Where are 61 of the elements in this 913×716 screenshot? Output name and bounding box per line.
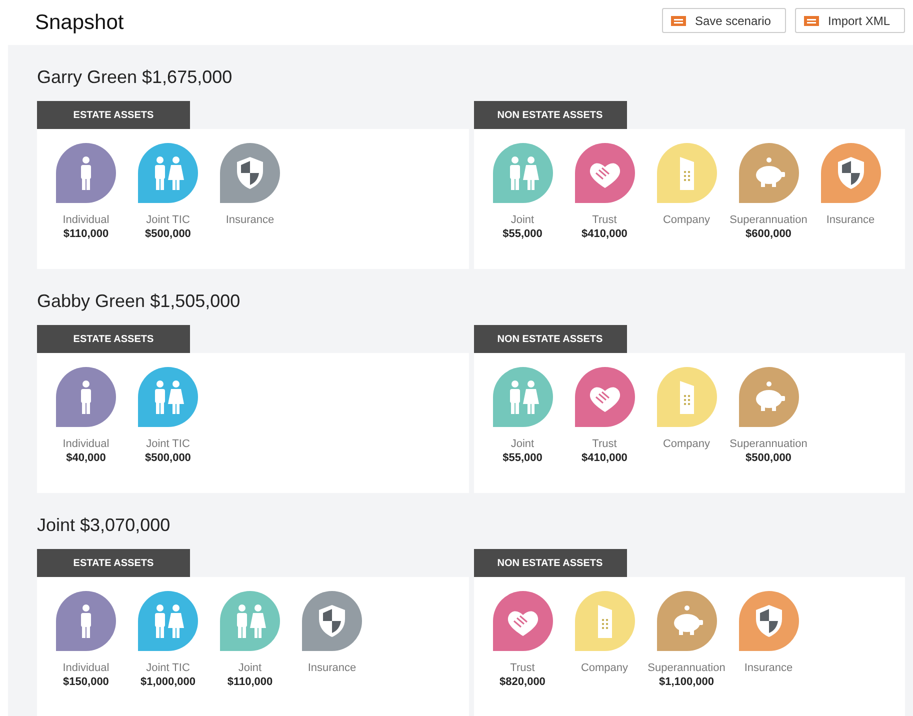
piggy-bank-icon[interactable]: [738, 143, 798, 203]
asset-label: Individual: [62, 437, 110, 451]
piggy-bank-icon[interactable]: [656, 591, 716, 651]
couple-icon[interactable]: [492, 367, 552, 427]
piggy-bank-icon[interactable]: [738, 367, 798, 427]
building-icon[interactable]: [574, 591, 634, 651]
asset-label: Superannuation: [730, 213, 808, 227]
asset-value: $40,000: [66, 451, 106, 465]
asset-value: $500,000: [746, 451, 792, 465]
asset-value: $55,000: [502, 227, 542, 241]
asset-value: $410,000: [582, 451, 628, 465]
group-heading: NON ESTATE ASSETS: [474, 549, 626, 577]
file-icon: [670, 14, 687, 26]
asset-label: Trust: [592, 437, 617, 451]
asset-value: $820,000: [500, 675, 546, 689]
section-title: Joint $3,070,000: [37, 515, 172, 537]
group-heading: ESTATE ASSETS: [37, 101, 190, 129]
asset-value: $110,000: [227, 675, 273, 689]
asset-label: Insurance: [826, 213, 875, 227]
asset-value: $410,000: [582, 227, 628, 241]
couple-icon[interactable]: [492, 143, 552, 203]
toolbar-button[interactable]: Import XML: [794, 8, 905, 33]
asset-label: Trust: [510, 661, 535, 675]
section-title: Garry Green $1,675,000: [37, 67, 234, 89]
file-icon: [804, 14, 820, 26]
building-icon[interactable]: [656, 367, 716, 427]
asset-label: Insurance: [226, 213, 274, 227]
page-title: Snapshot: [35, 10, 124, 34]
asset-label: Superannuation: [730, 437, 808, 451]
shield-icon[interactable]: [738, 591, 798, 651]
asset-label: Company: [662, 213, 710, 227]
asset-label: Insurance: [308, 661, 356, 675]
group-heading: ESTATE ASSETS: [37, 325, 190, 353]
asset-label: Joint TIC: [146, 437, 190, 451]
asset-label: Joint: [510, 213, 534, 227]
toolbar-button[interactable]: Save scenario: [662, 8, 786, 33]
asset-label: Insurance: [744, 661, 793, 675]
asset-value: $55,000: [502, 451, 542, 465]
group-heading: NON ESTATE ASSETS: [474, 101, 626, 129]
asset-value: $150,000: [63, 675, 109, 689]
asset-label: Individual: [62, 213, 110, 227]
asset-label: Superannuation: [648, 661, 726, 675]
asset-value: $500,000: [145, 451, 191, 465]
building-icon[interactable]: [656, 143, 716, 203]
asset-label: Individual: [62, 661, 110, 675]
shield-icon[interactable]: [820, 143, 880, 203]
asset-label: Trust: [592, 213, 617, 227]
asset-label: Company: [662, 437, 710, 451]
group-heading: NON ESTATE ASSETS: [474, 325, 626, 353]
asset-value: $1,100,000: [658, 675, 714, 689]
asset-label: Joint TIC: [146, 213, 190, 227]
group-heading: ESTATE ASSETS: [37, 549, 190, 577]
section-title: Gabby Green $1,505,000: [37, 291, 242, 313]
asset-value: $500,000: [145, 227, 191, 241]
asset-label: Joint TIC: [146, 661, 190, 675]
asset-label: Company: [580, 661, 628, 675]
asset-value: $600,000: [746, 227, 792, 241]
asset-value: $110,000: [63, 227, 109, 241]
asset-value: $1,000,000: [140, 675, 196, 689]
asset-label: Joint: [238, 661, 262, 675]
asset-label: Joint: [510, 437, 534, 451]
